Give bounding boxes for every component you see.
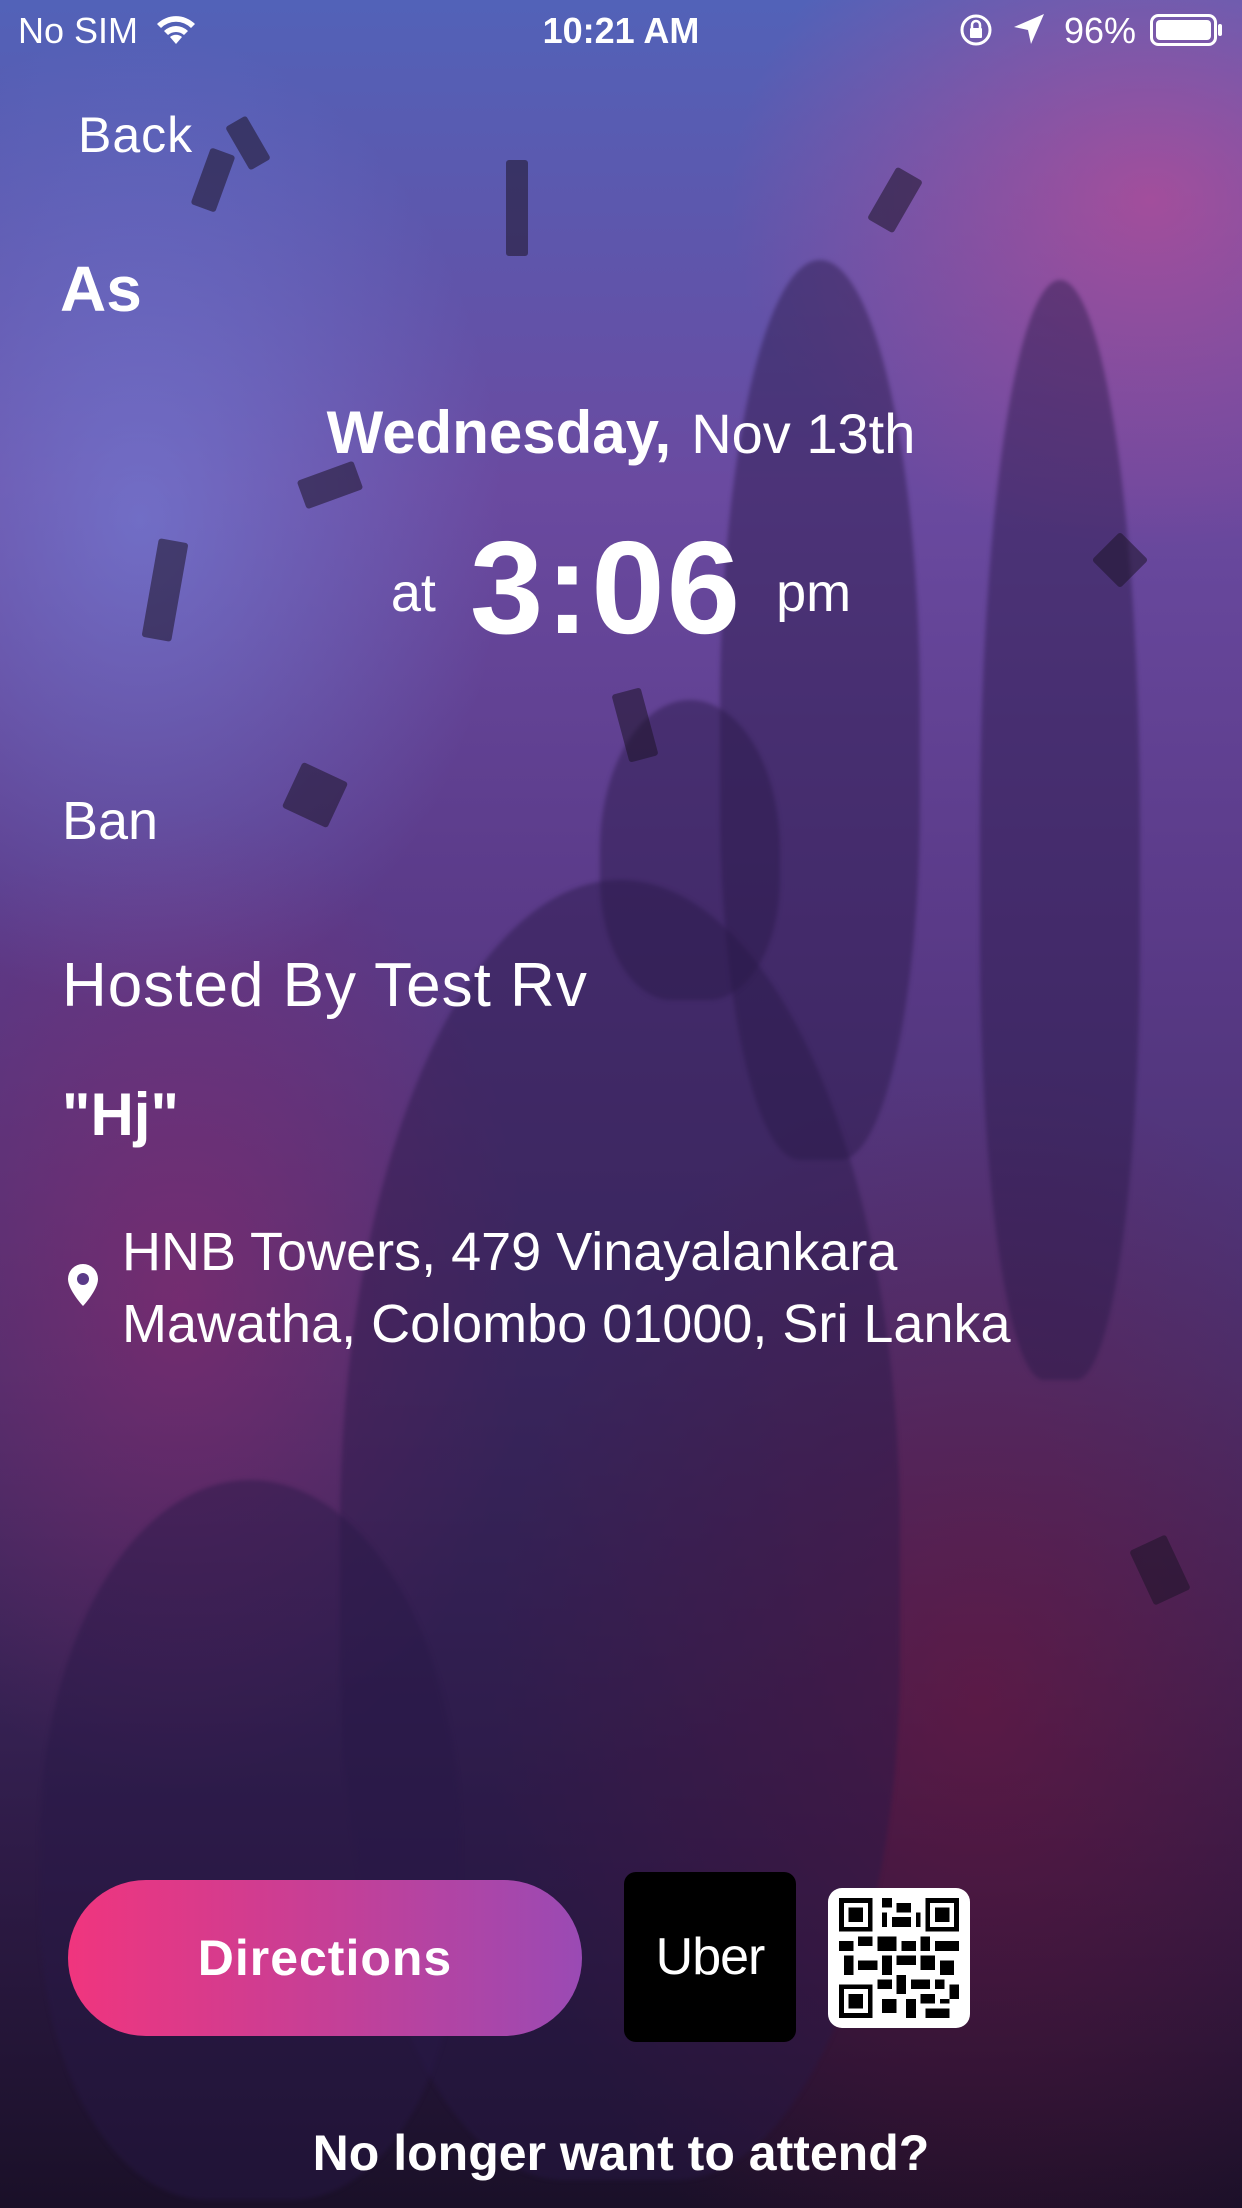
event-host: Hosted By Test Rv <box>62 951 588 1020</box>
event-address[interactable]: HNB Towers, 479 Vinayalankara Mawatha, C… <box>122 1216 1182 1360</box>
party-background-image <box>0 0 1242 2208</box>
location-arrow-icon <box>1014 14 1044 44</box>
battery-percent: 96% <box>1064 10 1137 51</box>
directions-button[interactable]: Directions <box>68 1880 582 2036</box>
address-line-2: Mawatha, Colombo 01000, Sri Lanka <box>122 1294 1011 1354</box>
back-button[interactable]: Back <box>78 106 193 164</box>
event-title: As <box>60 253 142 325</box>
time-suffix: pm <box>776 563 852 623</box>
rotation-lock-icon <box>960 14 992 46</box>
event-description: Ban <box>62 791 159 851</box>
location-pin-icon <box>68 1264 98 1306</box>
event-date: Wednesday, Nov 13th <box>0 398 1242 467</box>
battery-icon <box>1150 14 1222 46</box>
time-value: 3:06 <box>469 514 743 661</box>
address-line-1: HNB Towers, 479 Vinayalankara <box>122 1222 898 1282</box>
event-day: Nov 13th <box>691 402 916 465</box>
qr-code-button[interactable] <box>828 1888 970 2028</box>
uber-button[interactable]: Uber <box>624 1872 796 2042</box>
status-bar: No SIM 10:21 AM 96% <box>0 0 1242 60</box>
cancel-attendance-link[interactable]: No longer want to attend? <box>0 2124 1242 2182</box>
qr-code-icon <box>839 1898 959 2018</box>
time-prefix: at <box>390 563 436 623</box>
event-time: at 3:06 pm <box>0 512 1242 663</box>
event-quote: "Hj" <box>62 1081 179 1148</box>
status-time: 10:21 AM <box>542 10 700 51</box>
event-weekday: Wednesday, <box>326 399 672 466</box>
